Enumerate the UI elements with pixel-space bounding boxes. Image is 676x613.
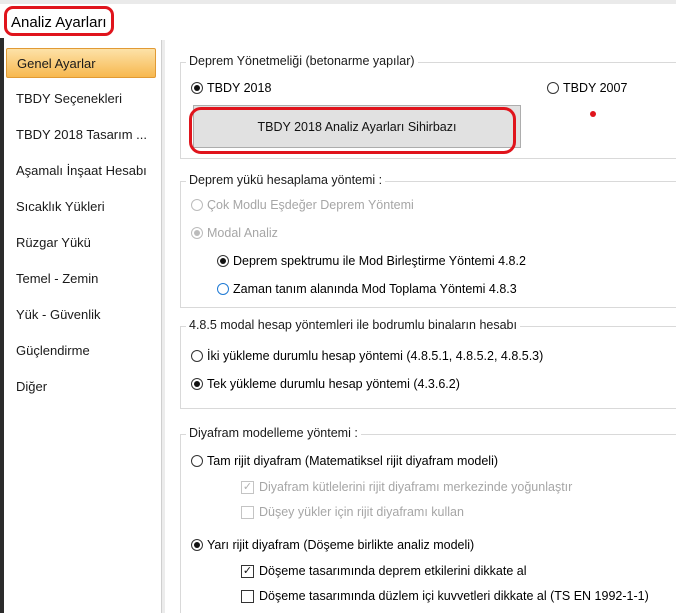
checkbox-icon [241,589,254,603]
tbdy2018-radio[interactable]: TBDY 2018 [191,81,271,95]
analysis-wizard-button[interactable]: TBDY 2018 Analiz Ayarları Sihirbazı [193,105,521,148]
sidebar-item-sicaklik-yukleri[interactable]: Sıcaklık Yükleri [6,192,156,222]
sidebar-item-guclendirme[interactable]: Güçlendirme [6,336,156,366]
diaphragm-group-label: Diyafram modelleme yöntemi : [186,426,361,440]
zaman-tanim-radio[interactable]: Zaman tanım alanında Mod Toplama Yöntemi… [217,282,517,296]
checkmark-icon: ✓ [241,480,254,494]
tam-rijit-radio[interactable]: Tam rijit diyafram (Matematiksel rijit d… [191,454,498,468]
sidebar-item-diger[interactable]: Diğer [6,372,156,402]
modal-methods-group [180,326,676,409]
radio-icon [191,227,203,239]
sidebar-item-temel-zemin[interactable]: Temel - Zemin [6,264,156,294]
sidebar-item-tbdy-2018-tasarim[interactable]: TBDY 2018 Tasarım ... [6,120,156,150]
yari-rijit-label: Yarı rijit diyafram (Döşeme birlikte ana… [207,538,475,552]
radio-icon [217,255,229,267]
annotation-dot [590,111,596,117]
checkbox-icon [241,505,254,519]
title-highlight-annotation [4,6,114,36]
kutle-yogunlastir-label: Diyafram kütlelerini rijit diyaframı mer… [259,480,573,494]
yari-rijit-radio[interactable]: Yarı rijit diyafram (Döşeme birlikte ana… [191,538,474,552]
tbdy2007-label: TBDY 2007 [563,81,628,95]
tbdy2018-label: TBDY 2018 [207,81,272,95]
radio-icon [547,82,559,94]
cok-modlu-radio[interactable]: Çok Modlu Eşdeğer Deprem Yöntemi [191,198,414,212]
radio-icon [191,350,203,362]
cok-modlu-label: Çok Modlu Eşdeğer Deprem Yöntemi [207,198,414,212]
tek-yukleme-radio[interactable]: Tek yükleme durumlu hesap yöntemi (4.3.6… [191,377,460,391]
radio-icon [217,283,229,295]
modal-analiz-label: Modal Analiz [207,226,278,240]
duzlem-ici-label: Döşeme tasarımında düzlem içi kuvvetleri… [259,589,649,603]
kutle-yogunlastir-checkbox[interactable]: ✓ Diyafram kütlelerini rijit diyaframı m… [241,480,572,494]
deprem-etkileri-label: Döşeme tasarımında deprem etkilerini dik… [259,564,527,578]
tbdy2007-radio[interactable]: TBDY 2007 [547,81,627,95]
calc-method-group-label: Deprem yükü hesaplama yöntemi : [186,173,386,187]
zaman-tanim-label: Zaman tanım alanında Mod Toplama Yöntemi… [233,282,517,296]
duzlem-ici-checkbox[interactable]: Döşeme tasarımında düzlem içi kuvvetleri… [241,589,649,603]
sidebar-item-asamali-insaat[interactable]: Aşamalı İnşaat Hesabı [6,156,156,186]
radio-icon [191,82,203,94]
tam-rijit-label: Tam rijit diyafram (Matematiksel rijit d… [207,454,499,468]
iki-yukleme-radio[interactable]: İki yükleme durumlu hesap yöntemi (4.8.5… [191,349,543,363]
settings-sidebar: Genel Ayarlar TBDY Seçenekleri TBDY 2018… [4,40,162,613]
spektrum-radio[interactable]: Deprem spektrumu ile Mod Birleştirme Yön… [217,254,526,268]
modal-analiz-radio[interactable]: Modal Analiz [191,226,278,240]
regulation-group-label: Deprem Yönetmeliği (betonarme yapılar) [186,54,418,68]
checkmark-icon: ✓ [241,564,254,578]
tek-yukleme-label: Tek yükleme durumlu hesap yöntemi (4.3.6… [207,377,460,391]
radio-icon [191,539,203,551]
dusey-yukler-checkbox[interactable]: Düşey yükler için rijit diyaframı kullan [241,505,464,519]
sidebar-item-ruzgar-yuku[interactable]: Rüzgar Yükü [6,228,156,258]
dusey-yukler-label: Düşey yükler için rijit diyaframı kullan [259,505,464,519]
sidebar-item-tbdy-secenekleri[interactable]: TBDY Seçenekleri [6,84,156,114]
sidebar-item-yuk-guvenlik[interactable]: Yük - Güvenlik [6,300,156,330]
radio-icon [191,455,203,467]
iki-yukleme-label: İki yükleme durumlu hesap yöntemi (4.8.5… [207,349,544,363]
radio-icon [191,378,203,390]
radio-icon [191,199,203,211]
spektrum-label: Deprem spektrumu ile Mod Birleştirme Yön… [233,254,526,268]
modal-methods-group-label: 4.8.5 modal hesap yöntemleri ile bodruml… [186,318,520,332]
sidebar-item-genel-ayarlar[interactable]: Genel Ayarlar [6,48,156,78]
deprem-etkileri-checkbox[interactable]: ✓ Döşeme tasarımında deprem etkilerini d… [241,564,526,578]
